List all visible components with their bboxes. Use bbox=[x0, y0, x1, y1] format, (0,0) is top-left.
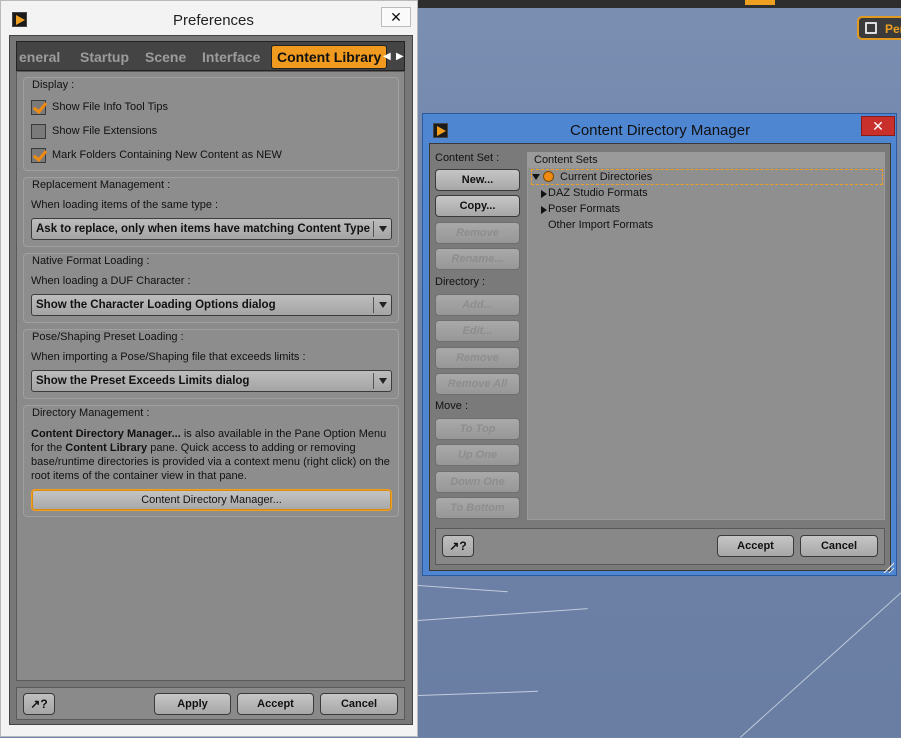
close-icon: ✕ bbox=[872, 118, 884, 134]
move-to-bottom-button[interactable]: To Bottom bbox=[435, 497, 520, 519]
apply-button[interactable]: Apply bbox=[154, 693, 231, 715]
camera-icon bbox=[865, 22, 877, 34]
tab-general[interactable]: eneral bbox=[19, 49, 60, 65]
preferences-window: Preferences ✕ eneral Startup Scene Inter… bbox=[0, 0, 418, 737]
mark-new-folders-checkbox[interactable] bbox=[31, 148, 46, 163]
tab-interface[interactable]: Interface bbox=[202, 49, 260, 65]
replacement-group: Replacement Management : When loading it… bbox=[23, 177, 399, 247]
cancel-button[interactable]: Cancel bbox=[320, 693, 398, 715]
show-file-extensions-checkbox[interactable] bbox=[31, 124, 46, 139]
remove-directory-button[interactable]: Remove bbox=[435, 347, 520, 369]
content-directory-manager-window: Content Directory Manager ✕ Content Set … bbox=[422, 113, 897, 576]
native-format-prompt: When loading a DUF Character : bbox=[31, 275, 191, 287]
replacement-prompt: When loading items of the same type : bbox=[31, 199, 219, 211]
close-icon: ✕ bbox=[390, 9, 402, 25]
move-up-one-button[interactable]: Up One bbox=[435, 444, 520, 466]
group-title: Pose/Shaping Preset Loading : bbox=[32, 331, 184, 343]
native-format-select[interactable]: Show the Character Loading Options dialo… bbox=[31, 294, 392, 316]
native-format-group: Native Format Loading : When loading a D… bbox=[23, 253, 399, 323]
directory-label: Directory : bbox=[435, 276, 486, 288]
help-button[interactable]: ↗? bbox=[23, 693, 55, 715]
grid-line bbox=[418, 608, 588, 621]
replacement-select[interactable]: Ask to replace, only when items have mat… bbox=[31, 218, 392, 240]
group-title: Directory Management : bbox=[32, 407, 150, 419]
help-button[interactable]: ↗? bbox=[442, 535, 474, 557]
tab-startup[interactable]: Startup bbox=[80, 49, 129, 65]
window-title: Content Directory Manager bbox=[570, 122, 751, 139]
move-to-top-button[interactable]: To Top bbox=[435, 418, 520, 440]
pose-shaping-select[interactable]: Show the Preset Exceeds Limits dialog bbox=[31, 370, 392, 392]
accept-button[interactable]: Accept bbox=[237, 693, 314, 715]
group-title: Native Format Loading : bbox=[32, 255, 150, 267]
copy-content-set-button[interactable]: Copy... bbox=[435, 195, 520, 217]
remove-content-set-button[interactable]: Remove bbox=[435, 222, 520, 244]
show-file-info-tooltips-checkbox[interactable] bbox=[31, 100, 46, 115]
expand-arrow-icon[interactable] bbox=[541, 206, 547, 214]
new-content-set-button[interactable]: New... bbox=[435, 169, 520, 191]
grid-line bbox=[417, 585, 508, 593]
cancel-button[interactable]: Cancel bbox=[800, 535, 878, 557]
tree-row[interactable]: Poser Formats bbox=[531, 202, 883, 218]
remove-all-directories-button[interactable]: Remove All bbox=[435, 373, 520, 395]
collapse-arrow-icon[interactable] bbox=[532, 174, 540, 180]
native-format-select-value: Show the Character Loading Options dialo… bbox=[36, 299, 276, 311]
group-title: Display : bbox=[32, 79, 75, 91]
resize-grip-icon[interactable] bbox=[882, 561, 894, 573]
pose-shaping-select-value: Show the Preset Exceeds Limits dialog bbox=[36, 375, 250, 387]
tree-item-label: Poser Formats bbox=[548, 203, 621, 215]
tree-header: Content Sets bbox=[528, 153, 884, 168]
whats-this-icon: ↗? bbox=[30, 697, 48, 711]
edit-directory-button[interactable]: Edit... bbox=[435, 320, 520, 342]
tree-header-label: Content Sets bbox=[534, 154, 598, 166]
checkbox-label: Show File Extensions bbox=[52, 125, 158, 137]
display-group: Display : Show File Info Tool Tips Show … bbox=[23, 77, 399, 171]
desc-bold-content-library: Content Library bbox=[65, 442, 148, 454]
camera-selector-button[interactable]: Per bbox=[857, 16, 901, 40]
close-button[interactable]: ✕ bbox=[381, 7, 411, 27]
tab-scene[interactable]: Scene bbox=[145, 49, 186, 65]
accept-button[interactable]: Accept bbox=[717, 535, 794, 557]
tab-bar: eneral Startup Scene Interface Content L… bbox=[16, 41, 405, 71]
toolbar-accent bbox=[745, 0, 775, 5]
tab-content-library[interactable]: Content Library bbox=[271, 45, 388, 69]
replacement-select-value: Ask to replace, only when items have mat… bbox=[36, 223, 370, 235]
close-button[interactable]: ✕ bbox=[861, 116, 895, 136]
pose-shaping-prompt: When importing a Pose/Shaping file that … bbox=[31, 351, 306, 363]
tab-scroll-right-icon[interactable]: ▶ bbox=[396, 51, 404, 62]
rename-content-set-button[interactable]: Rename... bbox=[435, 248, 520, 270]
whats-this-icon: ↗? bbox=[449, 539, 467, 553]
chevron-down-icon bbox=[373, 221, 391, 237]
content-sets-tree[interactable]: Content Sets Current Directories DAZ Stu… bbox=[527, 152, 885, 520]
viewport-top-toolbar bbox=[418, 0, 901, 8]
checkbox-label: Show File Info Tool Tips bbox=[52, 101, 168, 113]
move-down-one-button[interactable]: Down One bbox=[435, 471, 520, 493]
pose-shaping-group: Pose/Shaping Preset Loading : When impor… bbox=[23, 329, 399, 399]
move-label: Move : bbox=[435, 400, 469, 412]
daz-app-icon bbox=[433, 123, 448, 138]
tree-row[interactable]: Other Import Formats bbox=[531, 218, 883, 234]
directory-management-description: Content Directory Manager... is also ava… bbox=[31, 427, 393, 483]
chevron-down-icon bbox=[373, 373, 391, 389]
current-set-indicator-icon bbox=[543, 171, 554, 182]
expand-arrow-icon[interactable] bbox=[541, 190, 547, 198]
directory-management-group: Directory Management : Content Directory… bbox=[23, 405, 399, 517]
window-title: Preferences bbox=[173, 12, 254, 29]
chevron-down-icon bbox=[373, 297, 391, 313]
tree-row-selected[interactable]: Current Directories bbox=[531, 169, 883, 185]
group-title: Replacement Management : bbox=[32, 179, 171, 191]
tree-row[interactable]: DAZ Studio Formats bbox=[531, 186, 883, 202]
tree-item-label: Other Import Formats bbox=[548, 219, 654, 231]
grid-line bbox=[418, 690, 538, 696]
tree-item-label: DAZ Studio Formats bbox=[548, 187, 648, 199]
tab-scroll-left-icon[interactable]: ◀ bbox=[383, 51, 391, 62]
add-directory-button[interactable]: Add... bbox=[435, 294, 520, 316]
daz-app-icon bbox=[12, 12, 27, 27]
content-directory-manager-button[interactable]: Content Directory Manager... bbox=[31, 489, 392, 511]
content-set-label: Content Set : bbox=[435, 152, 500, 164]
camera-selector-label: Per bbox=[885, 22, 901, 36]
grid-line bbox=[740, 583, 901, 738]
desc-bold-cdm: Content Directory Manager... bbox=[31, 428, 181, 440]
checkbox-label: Mark Folders Containing New Content as N… bbox=[52, 149, 282, 161]
tree-item-label: Current Directories bbox=[560, 171, 653, 183]
